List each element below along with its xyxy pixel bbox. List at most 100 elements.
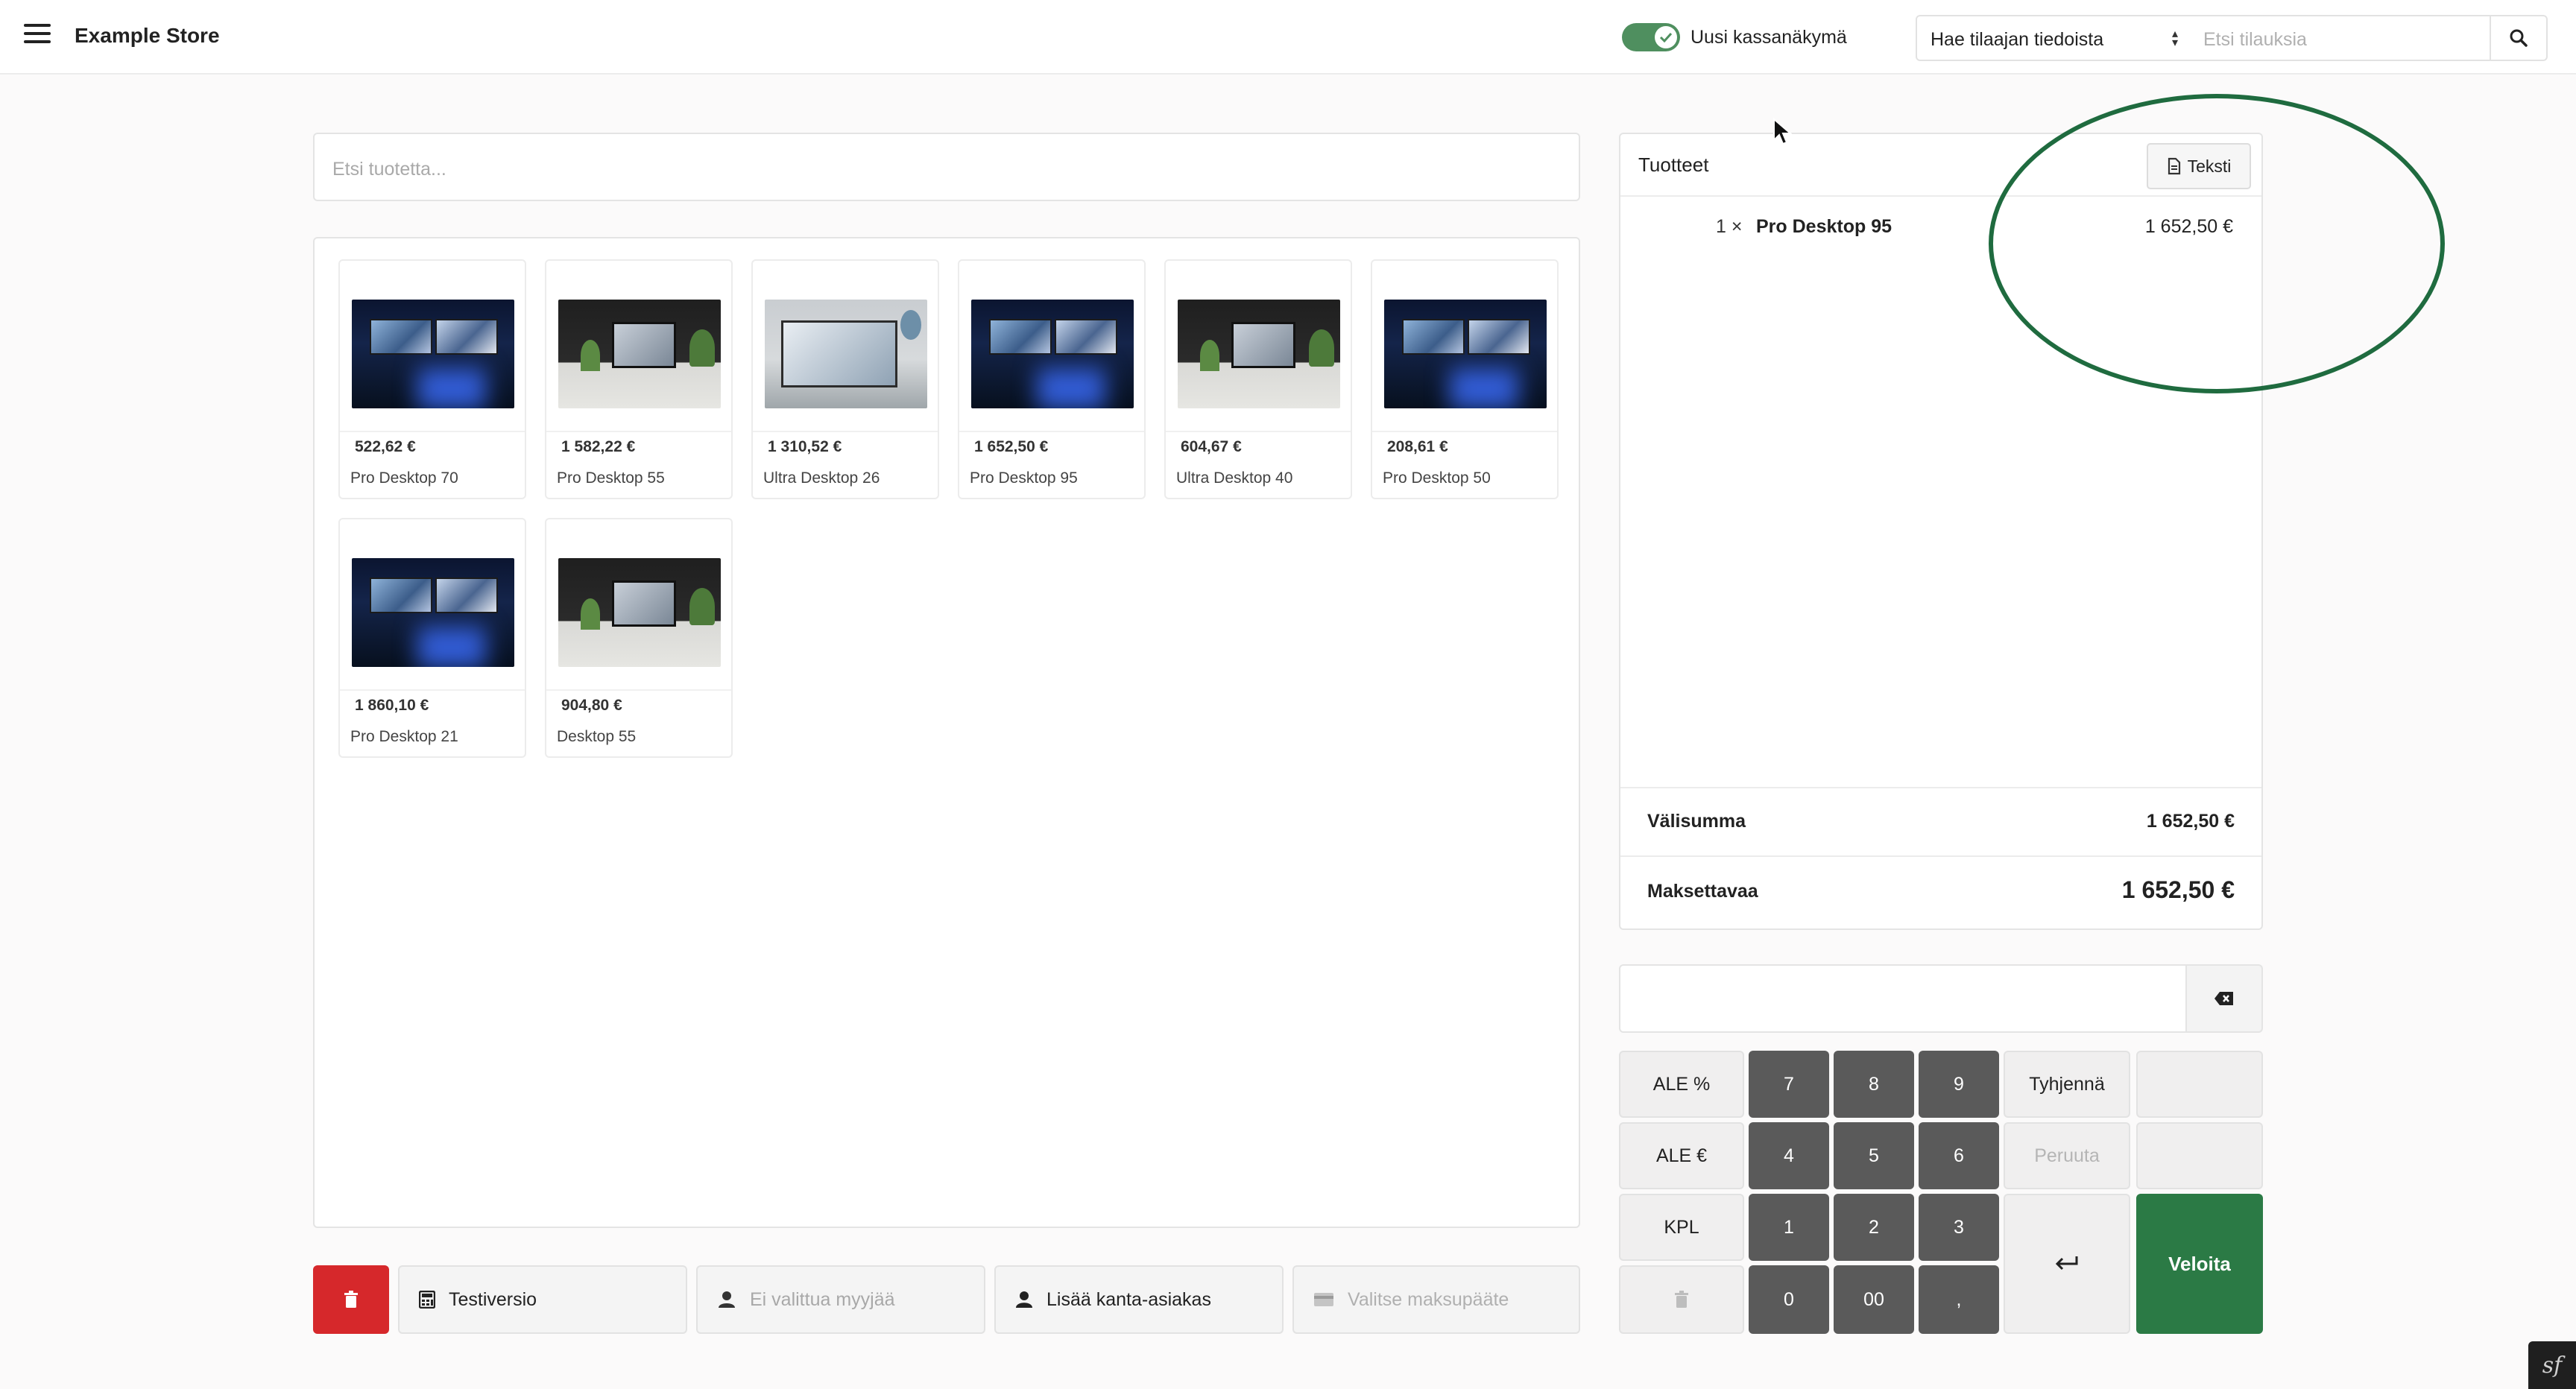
product-price: 904,80 €: [561, 697, 622, 714]
enter-key[interactable]: [2004, 1194, 2130, 1334]
key-7[interactable]: 7: [1749, 1051, 1829, 1118]
key-9[interactable]: 9: [1919, 1051, 1999, 1118]
order-search-input[interactable]: Etsi tilauksia: [2190, 15, 2491, 61]
charge-button[interactable]: Veloita: [2136, 1194, 2263, 1334]
key-2[interactable]: 2: [1834, 1194, 1914, 1261]
key-4[interactable]: 4: [1749, 1122, 1829, 1189]
key-1[interactable]: 1: [1749, 1194, 1829, 1261]
product-card[interactable]: 208,61 € Pro Desktop 50: [1371, 259, 1559, 499]
menu-icon[interactable]: [24, 24, 51, 49]
calculator-icon: [419, 1291, 435, 1309]
product-price: 522,62 €: [355, 438, 416, 455]
product-image: [352, 300, 514, 408]
subtotal-label: Välisumma: [1647, 811, 1746, 832]
cart-line-name: Pro Desktop 95: [1756, 216, 1892, 237]
customer-search-select[interactable]: Hae tilaajan tiedoista ▴ ▾: [1916, 15, 2191, 61]
cancel-key[interactable]: Peruuta: [2004, 1122, 2130, 1189]
backspace-icon: [2214, 992, 2233, 1005]
delete-line-key[interactable]: [1619, 1265, 1744, 1334]
check-icon: [1655, 26, 1677, 48]
product-name: Desktop 55: [557, 728, 637, 745]
product-card[interactable]: 1 310,52 € Ultra Desktop 26: [751, 259, 939, 499]
cart-line-quantity: 1 ×: [1716, 216, 1743, 237]
product-image: [1384, 300, 1547, 408]
toggle-label: Uusi kassanäkymä: [1690, 26, 1847, 48]
debug-toolbar-icon[interactable]: sf: [2528, 1341, 2576, 1389]
search-icon: [2510, 29, 2528, 47]
product-card[interactable]: 904,80 € Desktop 55: [545, 518, 733, 758]
keypad-input[interactable]: [1619, 964, 2187, 1033]
test-version-label: Testiversio: [449, 1288, 537, 1310]
text-button[interactable]: Teksti: [2147, 143, 2251, 189]
product-card[interactable]: 1 860,10 € Pro Desktop 21: [338, 518, 526, 758]
seller-select-button[interactable]: Ei valittua myyjää: [696, 1265, 985, 1334]
product-card[interactable]: 604,67 € Ultra Desktop 40: [1164, 259, 1352, 499]
select-arrows-icon: ▴ ▾: [2171, 28, 2178, 49]
total-row: Maksettavaa 1 652,50 €: [1620, 855, 2261, 928]
product-name: Ultra Desktop 26: [763, 469, 880, 487]
product-search-input[interactable]: Etsi tuotetta...: [313, 133, 1580, 201]
clear-cart-button[interactable]: [313, 1265, 389, 1334]
product-image: [352, 558, 514, 667]
payment-terminal-button[interactable]: Valitse maksupääte: [1292, 1265, 1580, 1334]
subtotal-row: Välisumma 1 652,50 €: [1620, 787, 2261, 855]
trash-icon: [1675, 1291, 1688, 1308]
quantity-key[interactable]: KPL: [1619, 1194, 1744, 1261]
credit-card-icon: [1313, 1292, 1334, 1307]
cart-header: Tuotteet Teksti: [1620, 134, 2261, 197]
product-price: 1 652,50 €: [974, 438, 1049, 455]
key-8[interactable]: 8: [1834, 1051, 1914, 1118]
product-image: [971, 300, 1134, 408]
key-00[interactable]: 00: [1834, 1265, 1914, 1334]
add-customer-label: Lisää kanta-asiakas: [1046, 1288, 1211, 1310]
blank-key: [2136, 1051, 2263, 1118]
key-5[interactable]: 5: [1834, 1122, 1914, 1189]
blank-key: [2136, 1122, 2263, 1189]
product-name: Pro Desktop 95: [970, 469, 1078, 487]
product-name: Pro Desktop 50: [1383, 469, 1491, 487]
product-price: 1 860,10 €: [355, 697, 429, 714]
enter-icon: [2055, 1256, 2078, 1271]
trash-icon: [344, 1291, 358, 1308]
product-card[interactable]: 1 582,22 € Pro Desktop 55: [545, 259, 733, 499]
order-search-button[interactable]: [2490, 15, 2548, 61]
key-6[interactable]: 6: [1919, 1122, 1999, 1189]
product-name: Pro Desktop 70: [350, 469, 458, 487]
product-price: 1 310,52 €: [768, 438, 842, 455]
cart-line-item[interactable]: 1 × Pro Desktop 95 1 652,50 €: [1620, 216, 2261, 253]
store-title: Example Store: [75, 24, 220, 47]
product-image: [1178, 300, 1340, 408]
product-card[interactable]: 1 652,50 € Pro Desktop 95: [958, 259, 1146, 499]
cart-panel: Tuotteet Teksti 1 × Pro Desktop 95 1 652…: [1619, 133, 2263, 930]
new-checkout-toggle[interactable]: Uusi kassanäkymä: [1622, 22, 1847, 52]
product-price: 1 582,22 €: [561, 438, 636, 455]
total-value: 1 652,50 €: [2121, 876, 2235, 903]
product-grid: 522,62 € Pro Desktop 70 1 582,22 € Pro D…: [313, 237, 1580, 1228]
cart-title: Tuotteet: [1638, 154, 1709, 176]
seller-icon: [717, 1291, 736, 1309]
product-image: [558, 300, 721, 408]
customer-search-select-value: Hae tilaajan tiedoista: [1931, 29, 2104, 50]
test-version-button[interactable]: Testiversio: [398, 1265, 687, 1334]
key-3[interactable]: 3: [1919, 1194, 1999, 1261]
cart-line-price: 1 652,50 €: [2144, 216, 2233, 237]
discount-euro-key[interactable]: ALE €: [1619, 1122, 1744, 1189]
add-customer-button[interactable]: Lisää kanta-asiakas: [994, 1265, 1284, 1334]
toggle-switch[interactable]: [1622, 23, 1680, 51]
product-name: Ultra Desktop 40: [1176, 469, 1293, 487]
product-price: 604,67 €: [1181, 438, 1242, 455]
user-icon: [1015, 1291, 1033, 1309]
mouse-cursor-icon: [1773, 118, 1792, 145]
total-label: Maksettavaa: [1647, 881, 1758, 902]
product-image: [765, 300, 927, 408]
backspace-button[interactable]: [2185, 964, 2263, 1033]
key-comma[interactable]: ,: [1919, 1265, 1999, 1334]
top-bar: Example Store Uusi kassanäkymä Hae tilaa…: [0, 0, 2576, 75]
key-0[interactable]: 0: [1749, 1265, 1829, 1334]
subtotal-value: 1 652,50 €: [2146, 811, 2235, 832]
product-image: [558, 558, 721, 667]
product-card[interactable]: 522,62 € Pro Desktop 70: [338, 259, 526, 499]
document-icon: [2168, 157, 2180, 175]
clear-key[interactable]: Tyhjennä: [2004, 1051, 2130, 1118]
discount-percent-key[interactable]: ALE %: [1619, 1051, 1744, 1118]
